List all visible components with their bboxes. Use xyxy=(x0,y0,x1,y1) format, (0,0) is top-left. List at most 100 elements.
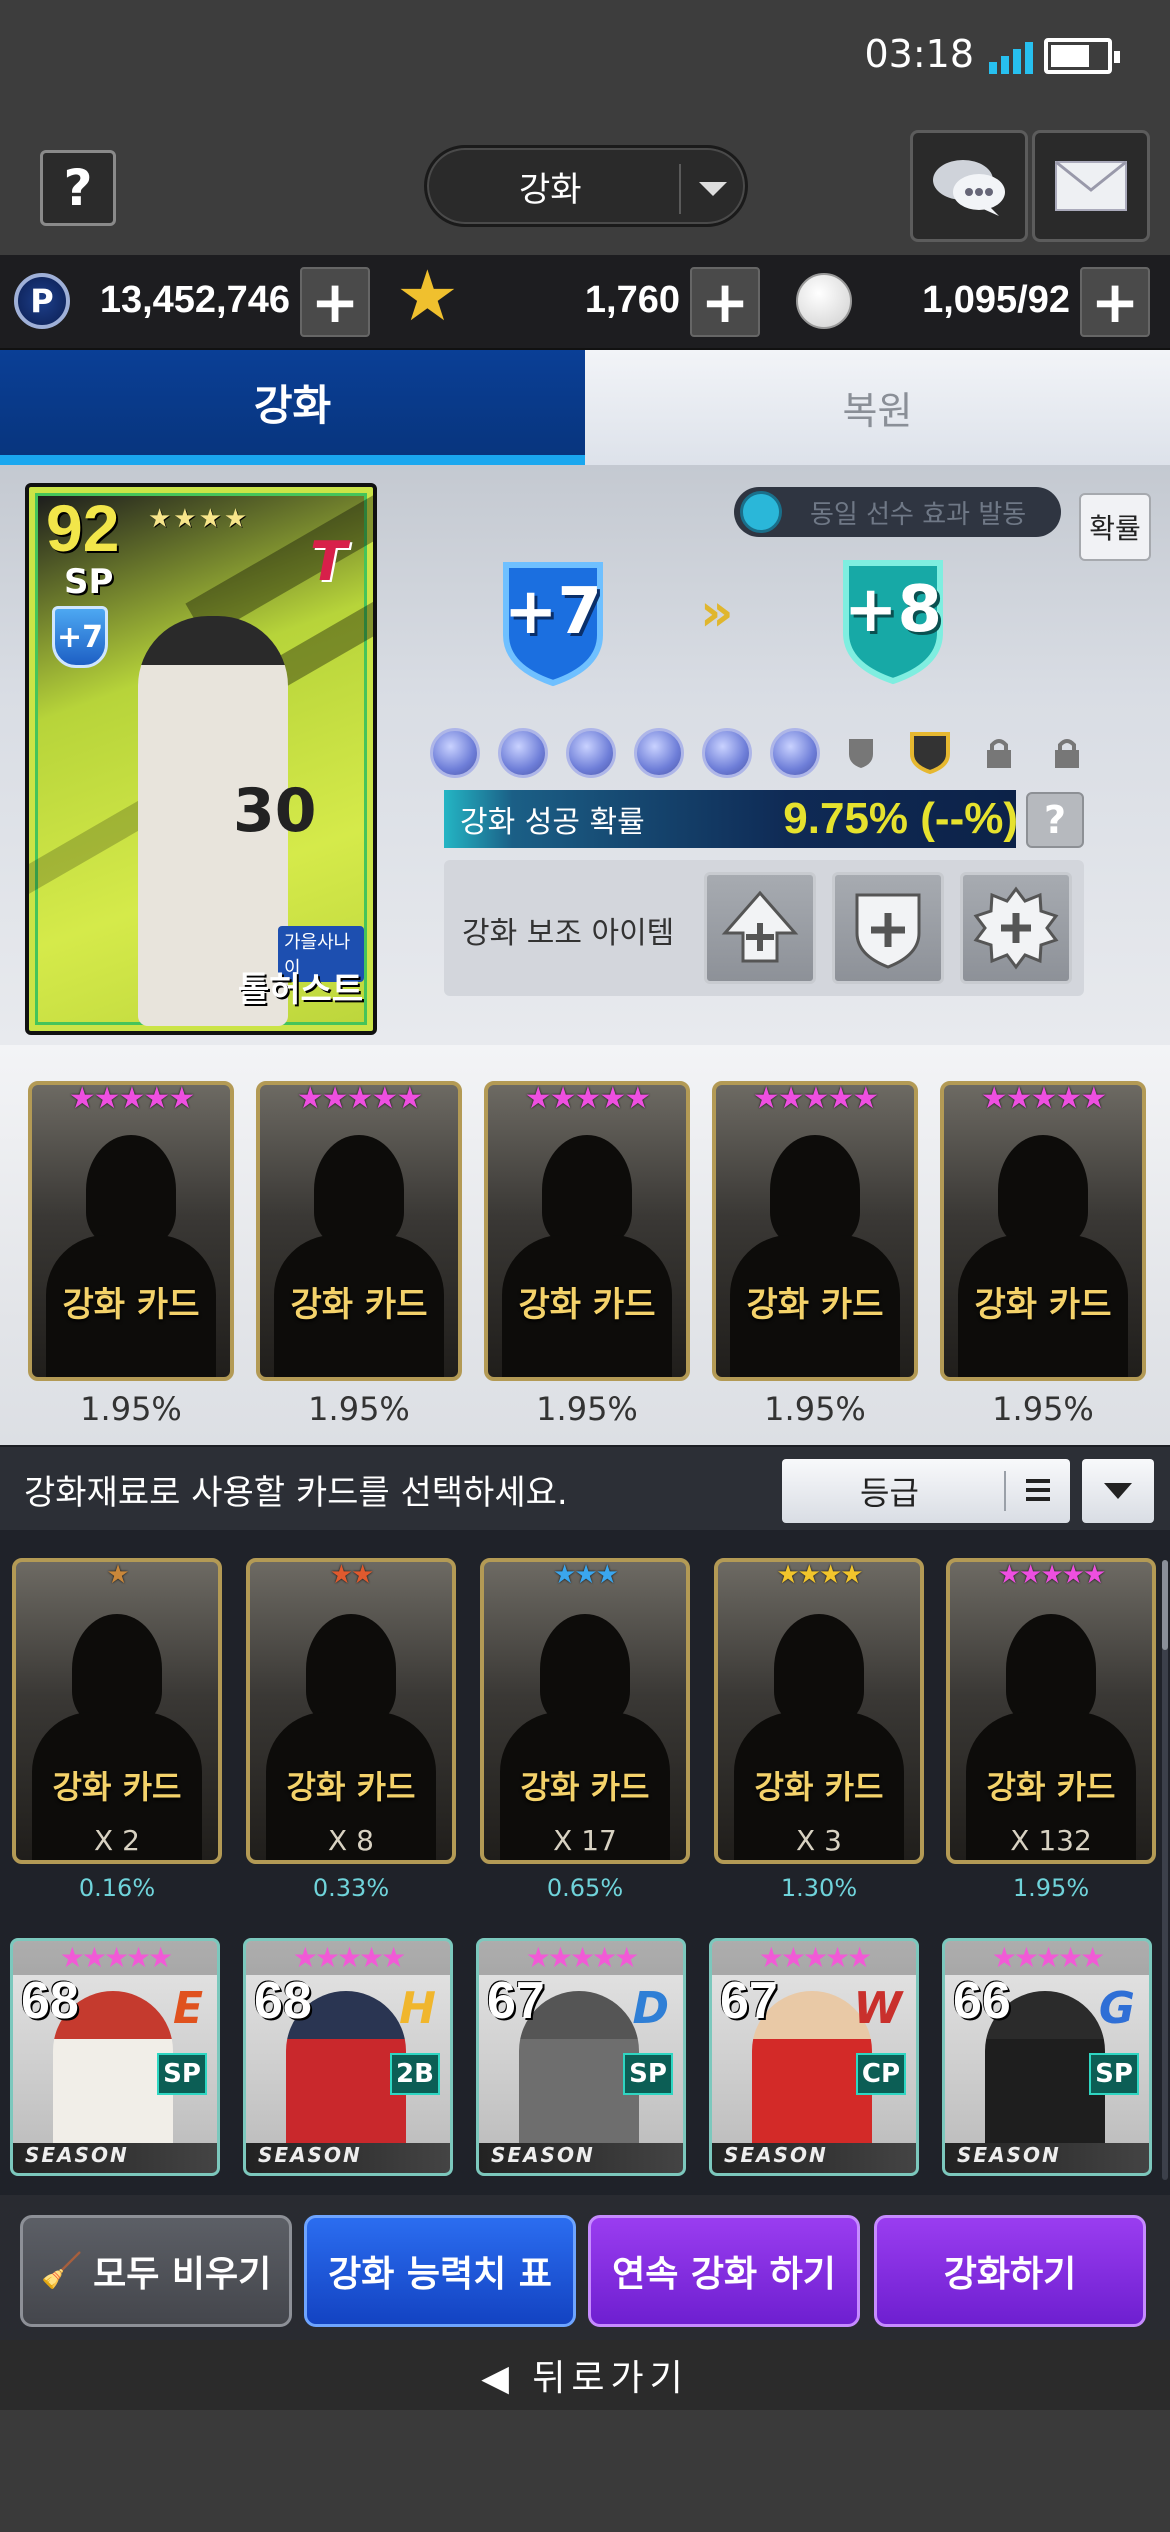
material-scrollbar[interactable] xyxy=(1162,1560,1168,2180)
material-pct: 0.65% xyxy=(546,1874,624,1902)
player-rating: 67 xyxy=(487,1972,545,2030)
player-card-5[interactable]: ★★★★★ 66 G SP SEASON xyxy=(942,1938,1152,2176)
material-pct: 1.95% xyxy=(1012,1874,1090,1902)
dropdown-divider xyxy=(679,164,681,214)
material-count: X 3 xyxy=(796,1824,842,1857)
player-rating: 68 xyxy=(21,1972,79,2030)
material-count: X 17 xyxy=(553,1824,617,1857)
slot-pct: 1.95% xyxy=(764,1390,866,1428)
slot-stars: ★★★★★ xyxy=(980,1081,1107,1116)
success-rate-bar: 강화 성공 확률 9.75% (--%) xyxy=(444,790,1018,848)
mode-label: 강화 xyxy=(519,169,582,210)
add-points-button[interactable]: + xyxy=(300,267,370,337)
player-position: CP xyxy=(856,2053,906,2095)
player-card-3[interactable]: ★★★★★ 67 D SP SEASON xyxy=(476,1938,686,2176)
mail-button[interactable] xyxy=(1032,130,1150,242)
slot-card-4[interactable]: ★★★★★ 강화 카드 xyxy=(712,1081,918,1381)
material-card-1[interactable]: ★ 강화 카드 X 2 xyxy=(12,1558,222,1864)
chat-button[interactable] xyxy=(910,130,1028,242)
back-button[interactable]: ◀ 뒤로가기 xyxy=(0,2340,1170,2410)
material-label: 강화 카드 xyxy=(520,1768,650,1806)
player-card-1[interactable]: ★★★★★ 68 E SP SEASON xyxy=(10,1938,220,2176)
clear-all-label: 모두 비우기 xyxy=(93,2254,272,2295)
material-label: 강화 카드 xyxy=(286,1768,416,1806)
season-label: SEASON xyxy=(13,2143,217,2173)
slot-pct: 1.95% xyxy=(80,1390,182,1428)
help-button[interactable]: ? xyxy=(40,150,116,226)
tab-restore[interactable]: 복원 xyxy=(585,350,1170,465)
status-bar: 03:18 xyxy=(0,0,1170,120)
player-stars: ★★★★★ xyxy=(712,1941,916,1975)
player-stars: ★★★★★ xyxy=(479,1941,683,1975)
season-label: SEASON xyxy=(945,2143,1149,2173)
player-rating: 68 xyxy=(254,1972,312,2030)
sort-dropdown[interactable]: 등급 xyxy=(782,1459,1070,1523)
material-label: 강화 카드 xyxy=(52,1768,182,1806)
material-count: X 132 xyxy=(1010,1824,1092,1857)
target-player-card[interactable]: 30 92 ★★★★ SP +7 T 가을사나이 톨허스트 xyxy=(25,483,377,1035)
player-position: 2B xyxy=(390,2053,440,2095)
same-player-effect-label: 동일 선수 효과 발동 xyxy=(810,499,1027,530)
assist-boost-button[interactable] xyxy=(704,872,816,984)
probability-button[interactable]: 확률 xyxy=(1079,493,1151,561)
slot-stars: ★★★★★ xyxy=(296,1081,423,1116)
player-card-2[interactable]: ★★★★★ 68 H 2B SEASON xyxy=(243,1938,453,2176)
player-card-4[interactable]: ★★★★★ 67 W CP SEASON xyxy=(709,1938,919,2176)
success-rate-value: 9.75% (--%) xyxy=(783,794,1018,843)
level-dot-3 xyxy=(566,728,616,778)
upgrade-button[interactable]: 강화하기 xyxy=(874,2215,1146,2327)
person-icon xyxy=(740,491,782,533)
slot-card-1[interactable]: ★★★★★ 강화 카드 xyxy=(28,1081,234,1381)
success-rate-label: 강화 성공 확률 xyxy=(460,805,645,840)
status-time: 03:18 xyxy=(864,32,974,76)
arrow-up-plus-icon xyxy=(721,890,799,963)
point-icon: P xyxy=(14,273,70,329)
player-stars: ★★★★★ xyxy=(945,1941,1149,1975)
material-label: 강화 카드 xyxy=(986,1768,1116,1806)
level-shield-icon xyxy=(849,739,873,768)
material-label: 강화 카드 xyxy=(754,1768,884,1806)
material-card-2[interactable]: ★★ 강화 카드 X 8 xyxy=(246,1558,456,1864)
season-label: SEASON xyxy=(246,2143,450,2173)
assist-gear-button[interactable] xyxy=(960,872,1072,984)
add-balls-button[interactable]: + xyxy=(1080,267,1150,337)
signal-icon xyxy=(989,40,1035,74)
player-position: SP xyxy=(623,2053,673,2095)
tab-upgrade[interactable]: 강화 xyxy=(0,350,585,465)
battery-icon xyxy=(1044,38,1120,74)
lock-icon xyxy=(987,739,1011,768)
menu-icon xyxy=(1026,1479,1050,1506)
material-stars: ★★★★★ xyxy=(997,1560,1107,1590)
material-count: X 2 xyxy=(94,1824,140,1857)
shield-plus-icon xyxy=(855,893,921,969)
continuous-upgrade-button[interactable]: 연속 강화 하기 xyxy=(588,2215,860,2327)
next-level-marker-icon xyxy=(910,732,950,774)
slot-card-5[interactable]: ★★★★★ 강화 카드 xyxy=(940,1081,1146,1381)
mode-dropdown[interactable]: 강화 xyxy=(424,145,748,227)
player-rating: 67 xyxy=(720,1972,778,2030)
add-stars-button[interactable]: + xyxy=(690,267,760,337)
material-stars: ★★★ xyxy=(553,1560,619,1590)
team-logo: H xyxy=(399,1983,436,2034)
slot-pct: 1.95% xyxy=(992,1390,1094,1428)
action-bar: 🧹 모두 비우기 강화 능력치 표 연속 강화 하기 강화하기 xyxy=(0,2195,1170,2340)
material-pct: 1.30% xyxy=(780,1874,858,1902)
assist-protect-button[interactable] xyxy=(832,872,944,984)
material-card-4[interactable]: ★★★★ 강화 카드 X 3 xyxy=(714,1558,924,1864)
stat-table-button[interactable]: 강화 능력치 표 xyxy=(304,2215,576,2327)
slot-card-2[interactable]: ★★★★★ 강화 카드 xyxy=(256,1081,462,1381)
material-card-3[interactable]: ★★★ 강화 카드 X 17 xyxy=(480,1558,690,1864)
double-chevron-right-icon: » xyxy=(700,583,733,643)
player-position: SP xyxy=(157,2053,207,2095)
star-icon: ★ xyxy=(396,255,459,337)
slot-card-3[interactable]: ★★★★★ 강화 카드 xyxy=(484,1081,690,1381)
material-card-5[interactable]: ★★★★★ 강화 카드 X 132 xyxy=(946,1558,1156,1864)
slot-card-label: 강화 카드 xyxy=(518,1285,656,1325)
sort-direction-button[interactable] xyxy=(1082,1459,1154,1523)
clear-all-button[interactable]: 🧹 모두 비우기 xyxy=(20,2215,292,2327)
baseball-icon xyxy=(796,273,852,329)
success-help-button[interactable]: ? xyxy=(1026,792,1084,848)
slot-pct: 1.95% xyxy=(308,1390,410,1428)
hero-position: SP xyxy=(64,562,114,602)
current-level-text: +7 xyxy=(503,575,603,649)
